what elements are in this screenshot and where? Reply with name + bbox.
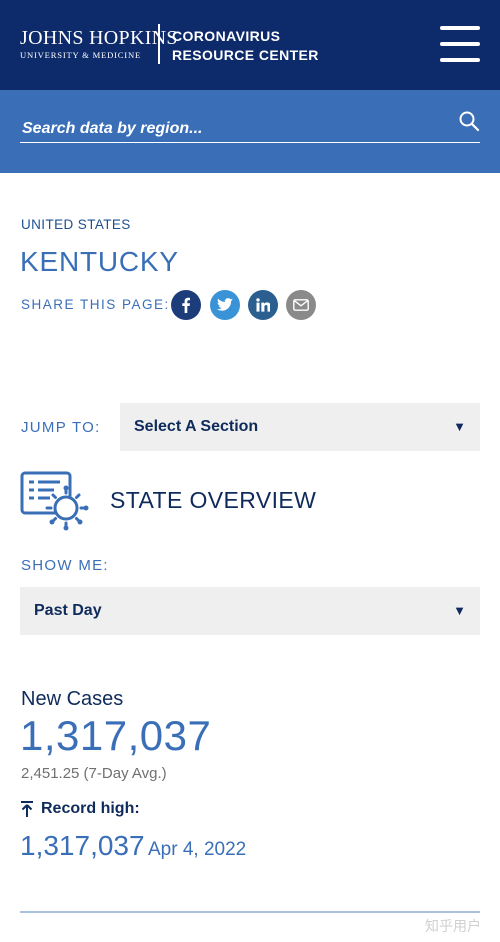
hamburger-menu-icon[interactable] xyxy=(440,26,480,64)
search-box xyxy=(20,107,480,143)
search-icon[interactable] xyxy=(458,110,480,132)
menu-bar xyxy=(440,26,480,30)
show-me-selected-value: Past Day xyxy=(34,602,102,619)
menu-bar xyxy=(440,42,480,46)
share-twitter-button[interactable] xyxy=(210,290,240,320)
site-title[interactable]: CORONAVIRUS RESOURCE CENTER xyxy=(172,27,322,65)
dropdown-arrow-icon: ▼ xyxy=(453,419,466,434)
new-cases-label: New Cases xyxy=(21,688,124,710)
watermark: 知乎用户 xyxy=(425,919,481,935)
state-overview-icon xyxy=(20,471,89,531)
share-label: SHARE THIS PAGE: xyxy=(21,297,170,312)
email-icon xyxy=(293,299,309,311)
jump-to-select[interactable]: Select A Section ▼ xyxy=(120,403,480,451)
record-high-value: 1,317,037 xyxy=(20,830,145,861)
breadcrumb[interactable]: UNITED STATES xyxy=(21,217,131,232)
logo-divider xyxy=(158,24,160,64)
record-high-label: Record high: xyxy=(41,800,140,817)
jhu-logo-subtitle: UNIVERSITY & MEDICINE xyxy=(20,50,142,60)
jhu-logo-name: JOHNS HOPKINS xyxy=(20,27,178,49)
search-input[interactable] xyxy=(22,117,442,141)
show-me-select[interactable]: Past Day ▼ xyxy=(20,587,480,635)
twitter-icon xyxy=(217,298,233,311)
share-linkedin-button[interactable] xyxy=(248,290,278,320)
search-band xyxy=(0,90,500,173)
jump-to-label: JUMP TO: xyxy=(21,419,101,436)
new-cases-value: 1,317,037 xyxy=(20,712,212,759)
record-high-icon xyxy=(21,801,33,817)
menu-bar xyxy=(440,58,480,62)
state-overview-title: STATE OVERVIEW xyxy=(110,487,317,513)
jump-to-selected-value: Select A Section xyxy=(134,418,259,435)
dropdown-arrow-icon: ▼ xyxy=(453,603,466,618)
seven-day-average: 2,451.25 (7-Day Avg.) xyxy=(21,765,167,782)
show-me-label: SHOW ME: xyxy=(21,557,109,574)
page-title: KENTUCKY xyxy=(20,246,179,277)
facebook-icon xyxy=(182,297,190,313)
section-divider xyxy=(20,911,480,913)
jhu-logo[interactable]: JOHNS HOPKINS UNIVERSITY & MEDICINE xyxy=(20,28,178,60)
share-facebook-button[interactable] xyxy=(171,290,201,320)
linkedin-icon xyxy=(256,298,270,312)
share-email-button[interactable] xyxy=(286,290,316,320)
top-header: JOHNS HOPKINS UNIVERSITY & MEDICINE CORO… xyxy=(0,0,500,90)
record-high-date: Apr 4, 2022 xyxy=(148,839,247,860)
